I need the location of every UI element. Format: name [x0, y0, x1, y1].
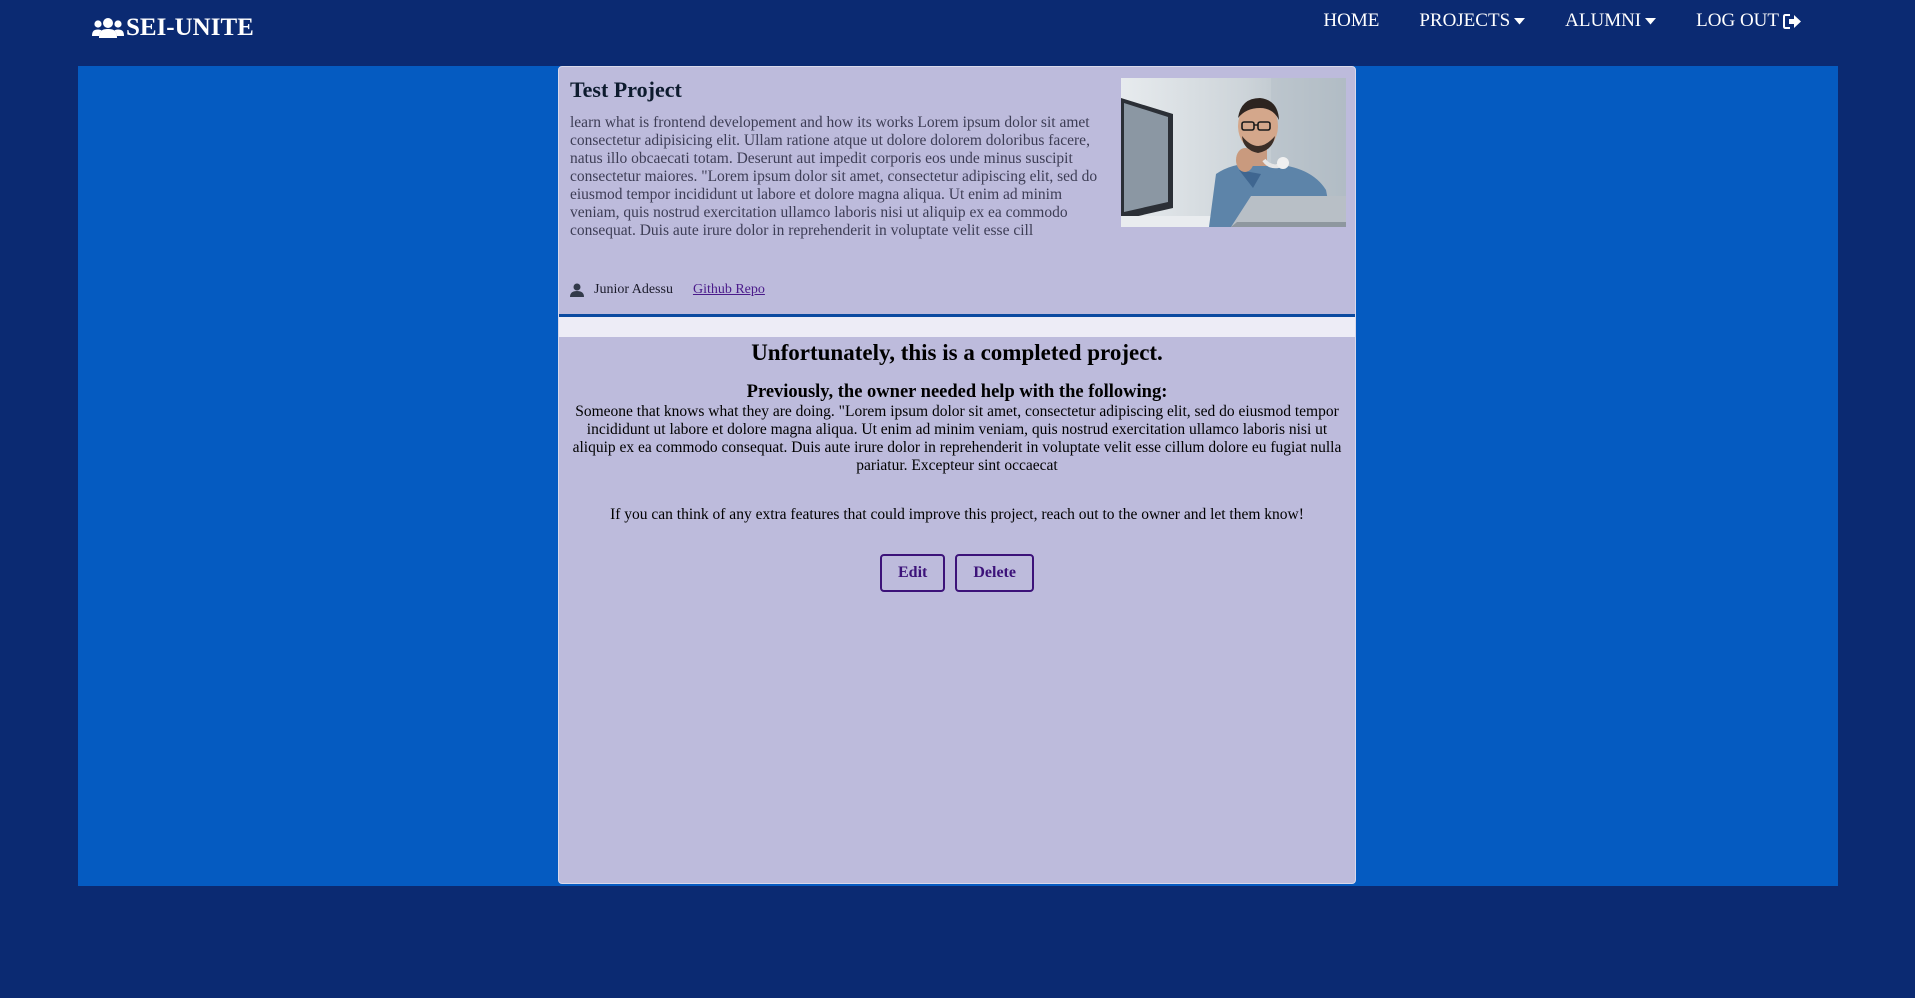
project-status-section: Unfortunately, this is a completed proje…	[559, 337, 1355, 592]
delete-button[interactable]: Delete	[955, 554, 1034, 592]
help-needed-text: Someone that knows what they are doing. …	[572, 403, 1342, 474]
caret-down-icon	[1514, 18, 1526, 25]
navbar: SEI-UNITE HOME PROJECTS ALUMNI LOG OUT	[0, 0, 1915, 66]
project-image	[1121, 78, 1346, 227]
nav-projects-label: PROJECTS	[1419, 10, 1511, 31]
brand-logo-link[interactable]: SEI-UNITE	[92, 14, 254, 42]
github-repo-link[interactable]: Github Repo	[693, 282, 765, 298]
action-buttons: Edit Delete	[559, 554, 1355, 592]
project-meta: Junior Adessu Github Repo	[570, 282, 765, 298]
status-band	[559, 317, 1355, 337]
nav-home-label: HOME	[1323, 10, 1380, 31]
project-title: Test Project	[570, 77, 682, 102]
nav-alumni-dropdown[interactable]: ALUMNI	[1565, 10, 1657, 32]
nav-alumni-label: ALUMNI	[1565, 10, 1642, 31]
project-card: Test Project learn what is frontend deve…	[558, 66, 1356, 884]
caret-down-icon	[1645, 18, 1657, 25]
man-at-computer-photo	[1121, 78, 1346, 227]
nav-projects-dropdown[interactable]: PROJECTS	[1419, 10, 1526, 32]
nav-logout-link[interactable]: LOG OUT	[1696, 10, 1802, 32]
brand-name: SEI-UNITE	[126, 14, 254, 41]
project-description: learn what is frontend developement and …	[570, 114, 1098, 239]
extra-features-text: If you can think of any extra features t…	[610, 506, 1304, 523]
help-needed-heading: Previously, the owner needed help with t…	[746, 382, 1168, 402]
nav-home-link[interactable]: HOME	[1323, 10, 1379, 32]
users-icon	[92, 18, 124, 38]
project-header: Test Project learn what is frontend deve…	[559, 67, 1355, 314]
edit-button[interactable]: Edit	[880, 554, 946, 592]
completed-heading: Unfortunately, this is a completed proje…	[751, 340, 1163, 365]
nav-logout-label: LOG OUT	[1696, 10, 1779, 31]
sign-out-icon	[1783, 13, 1801, 29]
nav-menu: HOME PROJECTS ALUMNI LOG OUT	[1283, 10, 1802, 32]
user-icon	[570, 283, 584, 297]
project-owner: Junior Adessu	[594, 282, 673, 297]
